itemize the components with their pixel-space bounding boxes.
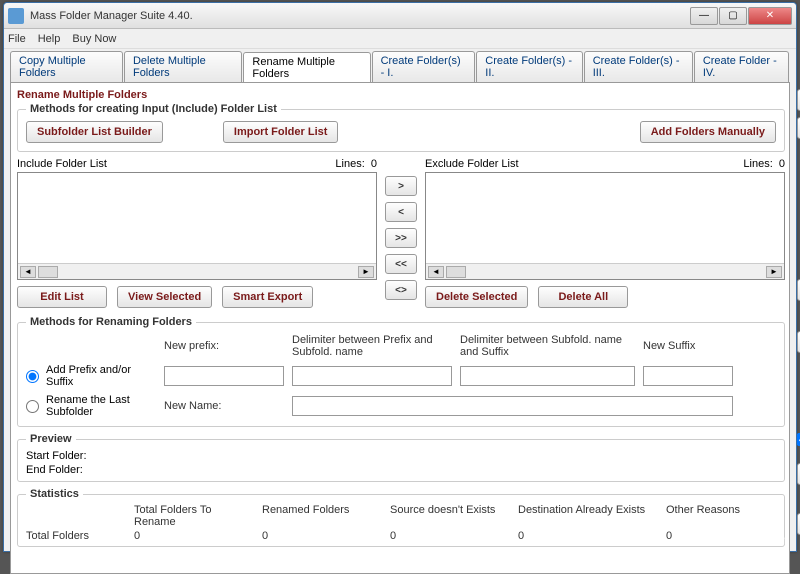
stat-val-3: 0: [390, 530, 510, 542]
delete-selected-button[interactable]: Delete Selected: [425, 286, 528, 308]
tab-rename-multiple[interactable]: Rename Multiple Folders: [243, 52, 370, 83]
subfolder-list-builder-button[interactable]: Subfolder List Builder: [26, 121, 163, 143]
stat-val-5: 0: [666, 530, 776, 542]
stat-head-other: Other Reasons: [666, 504, 776, 528]
tabbar: Copy Multiple Folders Delete Multiple Fo…: [4, 49, 796, 82]
scroll-thumb[interactable]: [38, 266, 58, 278]
delim-suffix-label: Delimiter between Subfold. name and Suff…: [460, 334, 635, 358]
include-lines-label: Lines: 0: [335, 158, 377, 170]
app-window: Mass Folder Manager Suite 4.40. — ▢ ✕ Fi…: [3, 2, 797, 552]
view-selected-button[interactable]: View Selected: [117, 286, 212, 308]
smart-export-button[interactable]: Smart Export: [222, 286, 313, 308]
tab-create-2[interactable]: Create Folder(s) - II.: [476, 51, 582, 82]
menu-help[interactable]: Help: [38, 33, 61, 45]
group-rename-methods-legend: Methods for Renaming Folders: [26, 316, 196, 328]
right-action-panel: ? Help ✎ Clear Fields Simulation Rename …: [791, 89, 800, 553]
move-all-left-button[interactable]: <<: [385, 254, 417, 274]
tab-create-1[interactable]: Create Folder(s) - I.: [372, 51, 476, 82]
tab-copy-multiple[interactable]: Copy Multiple Folders: [10, 51, 123, 82]
new-prefix-input[interactable]: [164, 366, 284, 386]
exclude-listbox[interactable]: ◄ ►: [425, 172, 785, 280]
group-input-methods-legend: Methods for creating Input (Include) Fol…: [26, 103, 281, 115]
transfer-buttons: > < >> << <>: [383, 158, 419, 308]
group-preview-legend: Preview: [26, 433, 76, 445]
delim-prefix-input[interactable]: [292, 366, 452, 386]
new-suffix-input[interactable]: [643, 366, 733, 386]
tab-create-3[interactable]: Create Folder(s) - III.: [584, 51, 693, 82]
close-button[interactable]: ✕: [748, 7, 792, 25]
scroll-left-icon[interactable]: ◄: [20, 266, 36, 278]
move-all-right-button[interactable]: >>: [385, 228, 417, 248]
end-folder-label: End Folder:: [26, 464, 83, 476]
tab-create-4[interactable]: Create Folder -IV.: [694, 51, 789, 82]
include-list-label: Include Folder List: [17, 158, 107, 170]
menubar: File Help Buy Now: [4, 29, 796, 49]
include-scrollbar[interactable]: ◄ ►: [18, 263, 376, 279]
scroll-right-icon[interactable]: ►: [358, 266, 374, 278]
section-heading-main: Rename Multiple Folders: [17, 89, 785, 101]
scroll-right-icon[interactable]: ►: [766, 266, 782, 278]
scroll-thumb[interactable]: [446, 266, 466, 278]
new-name-input[interactable]: [292, 396, 733, 416]
delim-suffix-input[interactable]: [460, 366, 635, 386]
radio-rename-last[interactable]: Rename the Last Subfolder: [26, 394, 156, 418]
group-statistics-legend: Statistics: [26, 488, 83, 500]
titlebar: Mass Folder Manager Suite 4.40. — ▢ ✕: [4, 3, 796, 29]
window-controls: — ▢ ✕: [690, 7, 792, 25]
stat-head-dest-exists: Destination Already Exists: [518, 504, 658, 528]
import-folder-list-button[interactable]: Import Folder List: [223, 121, 339, 143]
window-title: Mass Folder Manager Suite 4.40.: [30, 10, 690, 22]
radio-add-prefix-suffix[interactable]: Add Prefix and/or Suffix: [26, 364, 156, 388]
new-prefix-label: New prefix:: [164, 340, 284, 352]
maximize-button[interactable]: ▢: [719, 7, 747, 25]
stat-val-1: 0: [134, 530, 254, 542]
new-suffix-label: New Suffix: [643, 340, 733, 352]
scroll-left-icon[interactable]: ◄: [428, 266, 444, 278]
menu-file[interactable]: File: [8, 33, 26, 45]
group-input-methods: Methods for creating Input (Include) Fol…: [17, 103, 785, 152]
swap-button[interactable]: <>: [385, 280, 417, 300]
group-preview: Preview Start Folder: End Folder:: [17, 433, 785, 482]
include-listbox[interactable]: ◄ ►: [17, 172, 377, 280]
stat-val-4: 0: [518, 530, 658, 542]
stat-head-renamed: Renamed Folders: [262, 504, 382, 528]
tab-delete-multiple[interactable]: Delete Multiple Folders: [124, 51, 242, 82]
include-panel: Include Folder List Lines: 0 ◄ ►: [17, 158, 377, 308]
stat-head-source-no: Source doesn't Exists: [390, 504, 510, 528]
group-rename-methods: Methods for Renaming Folders New prefix:…: [17, 316, 785, 427]
group-statistics: Statistics Total Folders To Rename Renam…: [17, 488, 785, 547]
stat-head-total-to-rename: Total Folders To Rename: [134, 504, 254, 528]
add-folders-manually-button[interactable]: Add Folders Manually: [640, 121, 776, 143]
move-left-button[interactable]: <: [385, 202, 417, 222]
new-name-label: New Name:: [164, 400, 284, 412]
exclude-lines-label: Lines: 0: [743, 158, 785, 170]
delete-all-button[interactable]: Delete All: [538, 286, 628, 308]
stat-row-total-folders: Total Folders: [26, 530, 126, 542]
radio-rename-last-input[interactable]: [26, 400, 39, 413]
exclude-scrollbar[interactable]: ◄ ►: [426, 263, 784, 279]
delim-prefix-label: Delimiter between Prefix and Subfold. na…: [292, 334, 452, 358]
menu-buy-now[interactable]: Buy Now: [72, 33, 116, 45]
move-right-button[interactable]: >: [385, 176, 417, 196]
tab-content: Rename Multiple Folders Methods for crea…: [10, 82, 790, 574]
exclude-list-label: Exclude Folder List: [425, 158, 519, 170]
app-icon: [8, 8, 24, 24]
exclude-panel: Exclude Folder List Lines: 0 ◄ ►: [425, 158, 785, 308]
edit-list-button[interactable]: Edit List: [17, 286, 107, 308]
radio-add-prefix-suffix-input[interactable]: [26, 370, 39, 383]
start-folder-label: Start Folder:: [26, 450, 87, 462]
stat-val-2: 0: [262, 530, 382, 542]
minimize-button[interactable]: —: [690, 7, 718, 25]
